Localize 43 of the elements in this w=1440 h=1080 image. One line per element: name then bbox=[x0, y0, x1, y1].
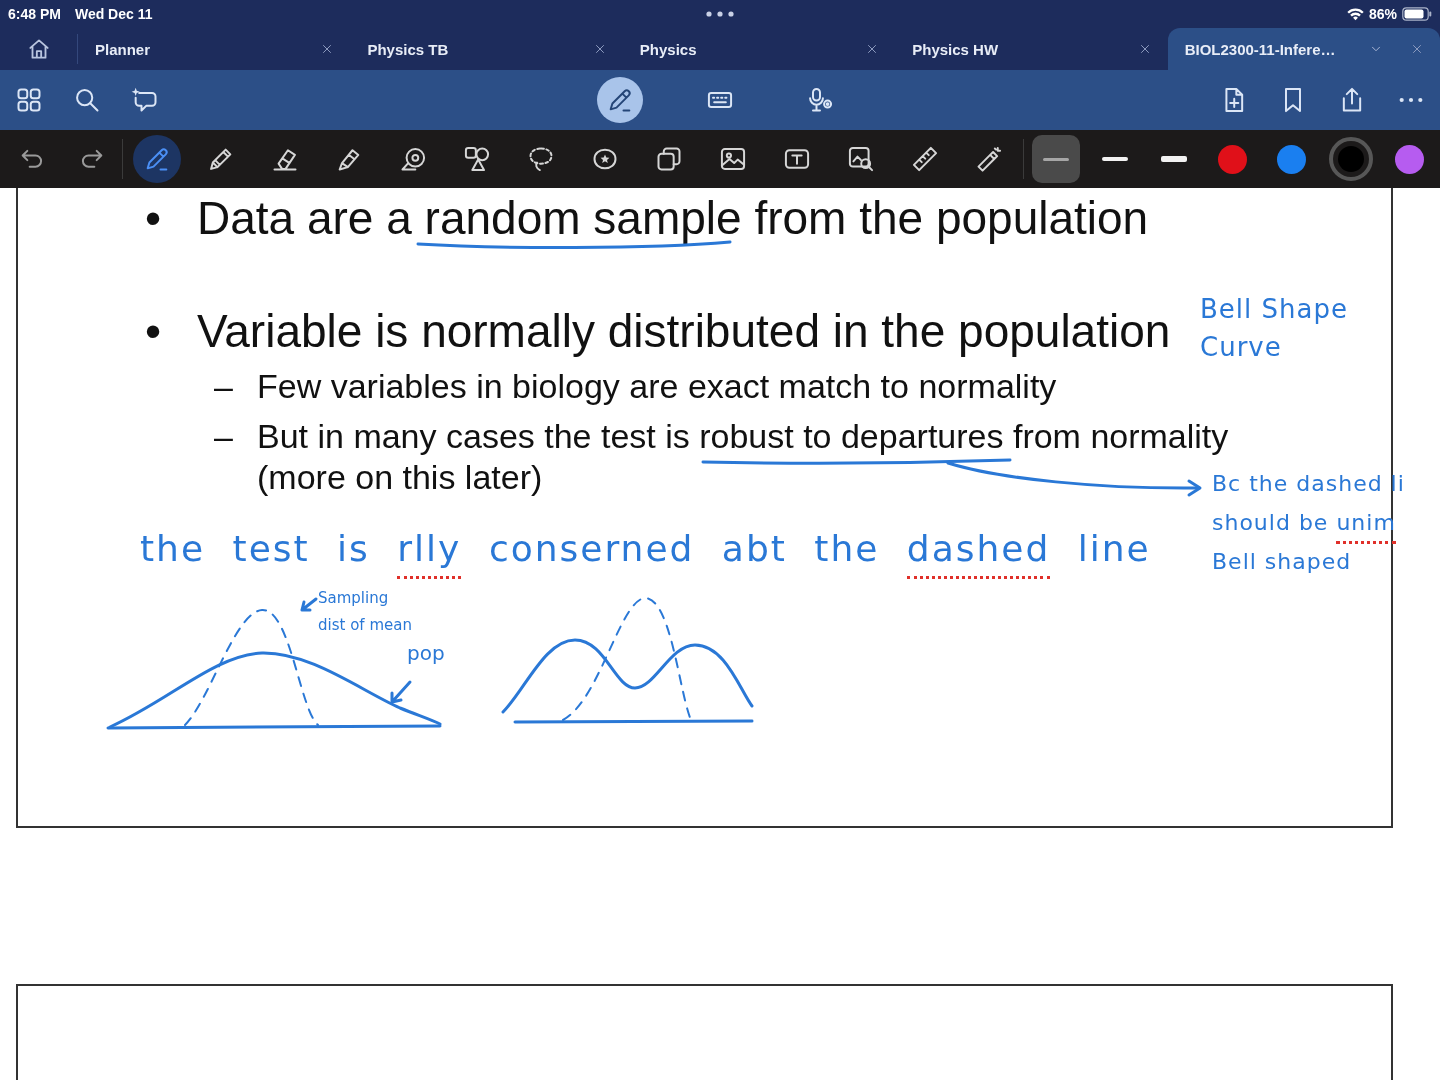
stacked-squares-icon bbox=[655, 145, 683, 173]
lasso-icon bbox=[527, 145, 555, 173]
stroke-width-icon bbox=[1160, 156, 1187, 162]
pen-color-button[interactable] bbox=[1328, 137, 1373, 181]
document-tab[interactable]: BIOL2300-11-Infere… bbox=[1167, 28, 1440, 70]
stroke-width-icon bbox=[1101, 157, 1128, 161]
wifi-icon bbox=[1346, 7, 1364, 21]
stroke-width-icon bbox=[1042, 157, 1069, 161]
sub-bullet-text: But in many cases the test is robust to departures from normality bbox=[257, 416, 1229, 457]
grid-icon[interactable] bbox=[15, 86, 43, 114]
bullet-marker: • bbox=[145, 195, 163, 241]
image-magnifier-icon bbox=[847, 145, 875, 173]
status-time: 6:48 PM bbox=[8, 6, 61, 22]
handwritten-note: Bell Shape Curve bbox=[1200, 293, 1348, 364]
sparkle-chat-icon[interactable] bbox=[131, 86, 159, 114]
pen-tool-button[interactable] bbox=[133, 135, 181, 183]
ellipsis-icon[interactable] bbox=[705, 10, 735, 18]
document-tab[interactable]: Physics HW bbox=[895, 28, 1168, 70]
search-icon[interactable] bbox=[73, 86, 101, 114]
sub-bullet-marker: – bbox=[214, 416, 234, 457]
battery-percentage: 86% bbox=[1368, 6, 1397, 22]
laser-pointer-icon bbox=[975, 145, 1003, 173]
sub-bullet-text: (more on this later) bbox=[257, 457, 543, 498]
ink-arrow bbox=[390, 680, 412, 704]
document-tab[interactable]: Physics bbox=[622, 28, 896, 70]
microphone-icon bbox=[806, 86, 834, 114]
sub-bullet-text: Few variables in biology are exact match to normality bbox=[257, 366, 1057, 407]
handwritten-note: pop bbox=[407, 640, 445, 667]
stroke-width-button[interactable] bbox=[1031, 135, 1080, 183]
document-tab[interactable]: Physics TB bbox=[350, 28, 623, 70]
handwriting-mode-button[interactable] bbox=[597, 77, 643, 123]
status-date: Wed Dec 11 bbox=[74, 6, 153, 22]
handwritten-note: the test is rlly conserned abt the dashed line bbox=[140, 522, 1151, 579]
battery-icon bbox=[1402, 7, 1432, 21]
image-icon bbox=[719, 145, 747, 173]
sub-bullet-marker: – bbox=[214, 366, 234, 407]
shapes-icon bbox=[463, 145, 491, 173]
ruler-icon bbox=[911, 145, 939, 173]
handwritten-note: Sampling dist of mean bbox=[318, 588, 412, 636]
document-tab[interactable]: Planner bbox=[78, 28, 351, 70]
bullet-marker: • bbox=[145, 308, 163, 354]
tape-roll-icon bbox=[399, 145, 427, 173]
ink-arrow bbox=[300, 597, 318, 612]
